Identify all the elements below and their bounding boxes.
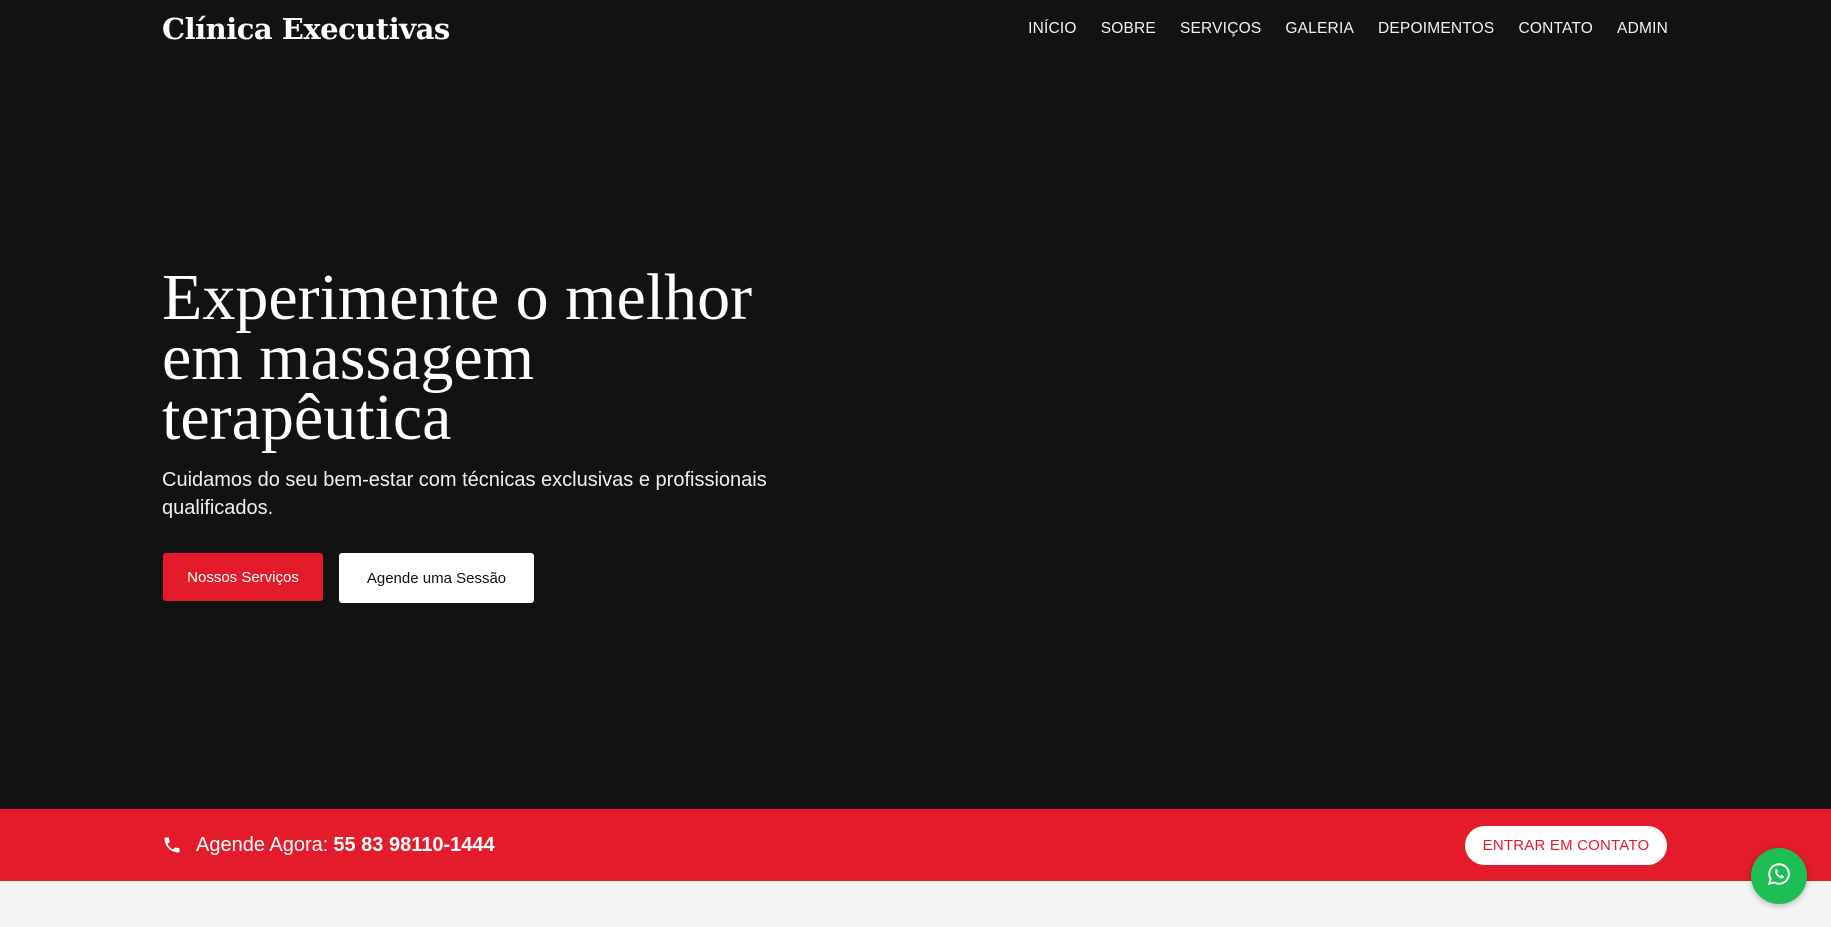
book-session-button[interactable]: Agende uma Sessão <box>339 553 534 603</box>
whatsapp-button[interactable] <box>1751 848 1807 904</box>
whatsapp-icon <box>1766 861 1792 892</box>
menu-item-servicos[interactable]: SERVIÇOS <box>1180 20 1261 38</box>
navbar: Clínica Executivas INÍCIO SOBRE SERVIÇOS… <box>162 0 1668 58</box>
contact-button[interactable]: ENTRAR EM CONTATO <box>1465 826 1667 865</box>
menu-item-inicio[interactable]: INÍCIO <box>1028 20 1077 38</box>
booking-info: Agende Agora: 55 83 98110-1444 <box>162 809 495 881</box>
next-section <box>0 881 1831 927</box>
site-logo[interactable]: Clínica Executivas <box>162 12 450 46</box>
hero-subtitle: Cuidamos do seu bem-estar com técnicas e… <box>162 469 767 519</box>
hero-headline: Experimente o melhor em massagem terapêu… <box>162 261 753 454</box>
phone-icon <box>162 835 182 855</box>
menu-item-admin[interactable]: ADMIN <box>1617 20 1668 38</box>
services-button[interactable]: Nossos Serviços <box>163 553 323 601</box>
cta-bar: Agende Agora: 55 83 98110-1444 ENTRAR EM… <box>0 809 1831 881</box>
menu-item-sobre[interactable]: SOBRE <box>1101 20 1156 38</box>
main-menu: INÍCIO SOBRE SERVIÇOS GALERIA DEPOIMENTO… <box>1004 20 1668 38</box>
booking-phone[interactable]: 55 83 98110-1444 <box>333 834 494 857</box>
booking-label: Agende Agora: <box>196 833 329 856</box>
menu-item-galeria[interactable]: GALERIA <box>1285 20 1354 38</box>
menu-item-contato[interactable]: CONTATO <box>1518 20 1593 38</box>
menu-item-depoimentos[interactable]: DEPOIMENTOS <box>1378 20 1494 38</box>
hero-section: Clínica Executivas INÍCIO SOBRE SERVIÇOS… <box>0 0 1831 809</box>
